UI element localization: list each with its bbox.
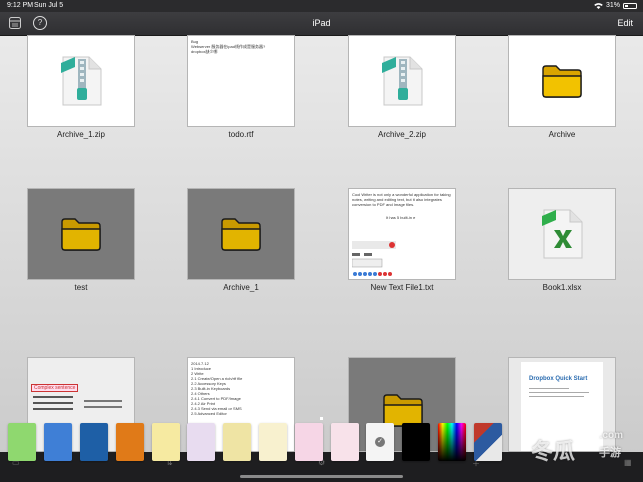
preview-heading: Complex sentence: [31, 384, 79, 392]
selection-marker: [320, 417, 323, 420]
preview-line: [33, 408, 73, 410]
color-swatch[interactable]: [295, 423, 323, 461]
preview-line: dropbox缺少哪: [191, 49, 218, 54]
status-time: 9:12 PM: [7, 2, 34, 9]
preview-line: [529, 396, 584, 397]
battery-percent: 31%: [605, 2, 620, 9]
color-swatch[interactable]: [331, 423, 359, 461]
zip-file-icon: [61, 56, 102, 106]
file-item-archive-2-zip[interactable]: Archive_2.zip: [348, 35, 456, 139]
file-name: Archive: [548, 130, 576, 139]
watermark-text: 冬瓜: [531, 439, 576, 464]
file-thumbnail: [27, 188, 135, 280]
emoji-preview-image: [352, 241, 396, 276]
preview-line: [84, 406, 122, 408]
file-thumbnail: Bug Webserver 服务器在ipad线作成是服务器? dropbox缺少…: [187, 35, 295, 127]
preview-line: [529, 388, 569, 389]
file-name: todo.rtf: [228, 130, 254, 139]
document-preview: Bug Webserver 服务器在ipad线作成是服务器? dropbox缺少…: [191, 39, 291, 54]
watermark-logo: 冬瓜 手游 .com: [497, 426, 627, 464]
color-swatch[interactable]: ✓: [366, 423, 394, 461]
file-item-book1-xlsx[interactable]: Book1.xlsx: [508, 188, 616, 292]
preview-line: It has 5 built-in e: [386, 215, 416, 220]
preview-title: Dropbox Quick Start: [529, 376, 588, 382]
excel-file-icon: [542, 209, 583, 259]
file-thumbnail: [508, 188, 616, 280]
document-preview: 2014.7.12 1 Introduce 2 Write 2.1 Create…: [191, 361, 291, 416]
file-name: Archive_1: [223, 283, 259, 292]
folder-icon: [221, 218, 261, 251]
status-bar: 9:12 PM Sun Jul 5 31%: [0, 0, 643, 12]
file-item-new-text-file[interactable]: Cool Writer is not only a wonderful appl…: [348, 188, 456, 292]
file-thumbnail: [348, 35, 456, 127]
file-thumbnail: [27, 35, 135, 127]
preview-line: [33, 396, 73, 398]
battery-icon: [623, 2, 637, 9]
color-swatch[interactable]: [402, 423, 430, 461]
preview-line: [529, 392, 589, 393]
status-indicators: 31%: [594, 2, 637, 9]
color-swatch[interactable]: [438, 423, 466, 461]
checkmark-icon: ✓: [375, 437, 385, 447]
file-name: New Text File1.txt: [370, 283, 434, 292]
folder-icon: [542, 65, 582, 98]
watermark-text: 手游: [599, 447, 621, 459]
file-name: Archive_1.zip: [56, 130, 106, 139]
file-item-archive-1-folder[interactable]: Archive_1: [187, 188, 295, 292]
watermark-text: .com: [599, 430, 623, 441]
file-thumbnail: [508, 35, 616, 127]
file-item-test-folder[interactable]: test: [27, 188, 135, 292]
home-indicator[interactable]: [240, 475, 403, 478]
document-preview: Cool Writer is not only a wonderful appl…: [352, 192, 452, 220]
color-swatch[interactable]: [223, 423, 251, 461]
page-title: iPad: [312, 18, 331, 28]
color-swatch[interactable]: [259, 423, 287, 461]
color-swatch[interactable]: [152, 423, 180, 461]
file-name: Archive_2.zip: [377, 130, 427, 139]
file-item-todo-rtf[interactable]: Bug Webserver 服务器在ipad线作成是服务器? dropbox缺少…: [187, 35, 295, 139]
preview-line: [84, 400, 122, 402]
preview-line: Cool Writer is not only a wonderful appl…: [352, 192, 451, 207]
file-item-archive-folder[interactable]: Archive: [508, 35, 616, 139]
color-swatch[interactable]: [116, 423, 144, 461]
file-name: Book1.xlsx: [542, 283, 582, 292]
file-name: test: [74, 283, 88, 292]
folder-icon: [61, 218, 101, 251]
status-date: Sun Jul 5: [34, 2, 64, 9]
file-thumbnail: Cool Writer is not only a wonderful appl…: [348, 188, 456, 280]
preview-line: [33, 402, 73, 404]
navigation-bar: ? iPad Edit: [0, 12, 643, 36]
color-swatch[interactable]: [8, 423, 36, 461]
color-swatch[interactable]: [44, 423, 72, 461]
file-thumbnail: [187, 188, 295, 280]
color-swatch[interactable]: [187, 423, 215, 461]
preview-line: 2.5 Advanced Editor: [191, 411, 227, 416]
color-swatch[interactable]: [80, 423, 108, 461]
edit-button[interactable]: Edit: [617, 18, 633, 28]
file-item-archive-1-zip[interactable]: Archive_1.zip: [27, 35, 135, 139]
wifi-icon: [594, 2, 603, 9]
zip-file-icon: [382, 56, 423, 106]
